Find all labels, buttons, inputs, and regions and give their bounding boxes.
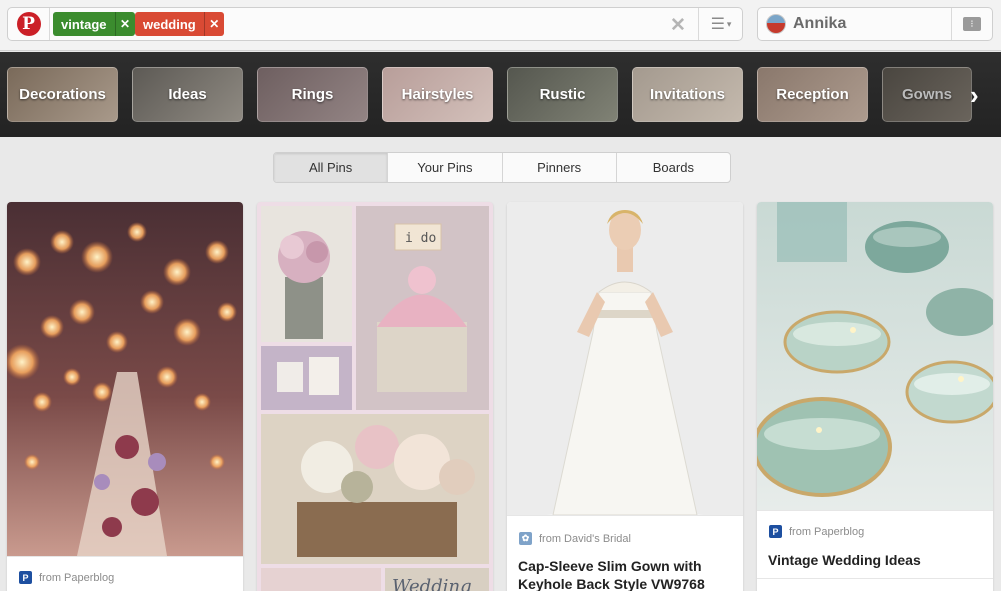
wedding-sign-text: Wedding	[392, 576, 472, 591]
pin-title[interactable]: Vintage Wedding Ideas	[768, 551, 982, 569]
search-tag-label: wedding	[143, 16, 196, 32]
pin-image[interactable]: i do Wedding	[257, 202, 493, 591]
top-header: P vintage ✕ wedding ✕ ✕ ☰ ▾ Annika ⁝	[0, 0, 1001, 51]
pin-card[interactable]: P from Paperblog Vintage Wedding Ideas	[757, 202, 993, 591]
chevron-right-icon[interactable]: ›	[970, 80, 979, 111]
tab-your-pins[interactable]: Your Pins	[388, 153, 503, 182]
remove-tag-icon[interactable]: ✕	[114, 12, 135, 36]
pin-card[interactable]: ✿ from David's Bridal Cap-Sleeve Slim Go…	[507, 202, 743, 591]
pin-card[interactable]: i do Wedding	[257, 202, 493, 591]
paperblog-icon: P	[769, 525, 782, 538]
pin-source-text: from Paperblog	[789, 525, 865, 538]
category-rustic[interactable]: Rustic	[507, 67, 618, 122]
category-reception[interactable]: Reception	[757, 67, 868, 122]
notifications-button[interactable]: ⁝	[951, 8, 992, 40]
cupcake-flag-text: i do	[405, 231, 436, 246]
close-icon[interactable]: ✕	[670, 14, 686, 37]
category-decorations[interactable]: Decorations	[7, 67, 118, 122]
pin-card[interactable]: P from Paperblog	[7, 202, 243, 591]
category-invitations[interactable]: Invitations	[632, 67, 743, 122]
pin-filter-tabs: All Pins Your Pins Pinners Boards	[273, 152, 731, 183]
category-hairstyles[interactable]: Hairstyles	[382, 67, 493, 122]
search-tag-wedding[interactable]: wedding ✕	[135, 12, 224, 36]
pinterest-p-icon: P	[16, 12, 41, 36]
list-menu-icon[interactable]: ☰ ▾	[698, 8, 743, 40]
pin-source[interactable]: P from Paperblog	[19, 571, 114, 584]
category-rings[interactable]: Rings	[257, 67, 368, 122]
user-menu[interactable]: Annika ⁝	[757, 7, 993, 41]
pin-source[interactable]: P from Paperblog	[769, 525, 864, 538]
pin-source[interactable]: ✿ from David's Bridal	[519, 532, 631, 545]
avatar[interactable]	[766, 14, 786, 34]
tab-all-pins[interactable]: All Pins	[274, 153, 389, 182]
pin-title-line: Cap-Sleeve Slim Gown with	[518, 558, 702, 574]
search-bar[interactable]: P vintage ✕ wedding ✕ ✕ ☰ ▾	[7, 7, 743, 41]
category-gowns[interactable]: Gowns	[882, 67, 972, 122]
user-name[interactable]: Annika	[793, 15, 846, 33]
davids-bridal-icon: ✿	[519, 532, 532, 545]
pin-image[interactable]	[7, 202, 243, 556]
pin-source-text: from Paperblog	[39, 571, 115, 584]
pin-title-line: Keyhole Back Style VW9768	[518, 576, 705, 591]
pinterest-logo-icon[interactable]: P	[8, 8, 50, 40]
tab-pinners[interactable]: Pinners	[503, 153, 617, 182]
notification-bubble-icon: ⁝	[963, 17, 981, 31]
category-ideas[interactable]: Ideas	[132, 67, 243, 122]
pin-source-text: from David's Bridal	[539, 532, 631, 545]
remove-tag-icon[interactable]: ✕	[203, 12, 224, 36]
tab-boards[interactable]: Boards	[617, 153, 730, 182]
paperblog-icon: P	[19, 571, 32, 584]
pin-image[interactable]	[507, 202, 743, 515]
pin-image[interactable]	[757, 202, 993, 510]
search-tag-vintage[interactable]: vintage ✕	[53, 12, 135, 36]
pin-title[interactable]: Cap-Sleeve Slim Gown with Keyhole Back S…	[518, 557, 732, 591]
search-tag-label: vintage	[61, 16, 107, 32]
category-carousel: Decorations Ideas Rings Hairstyles Rusti…	[0, 52, 1001, 137]
